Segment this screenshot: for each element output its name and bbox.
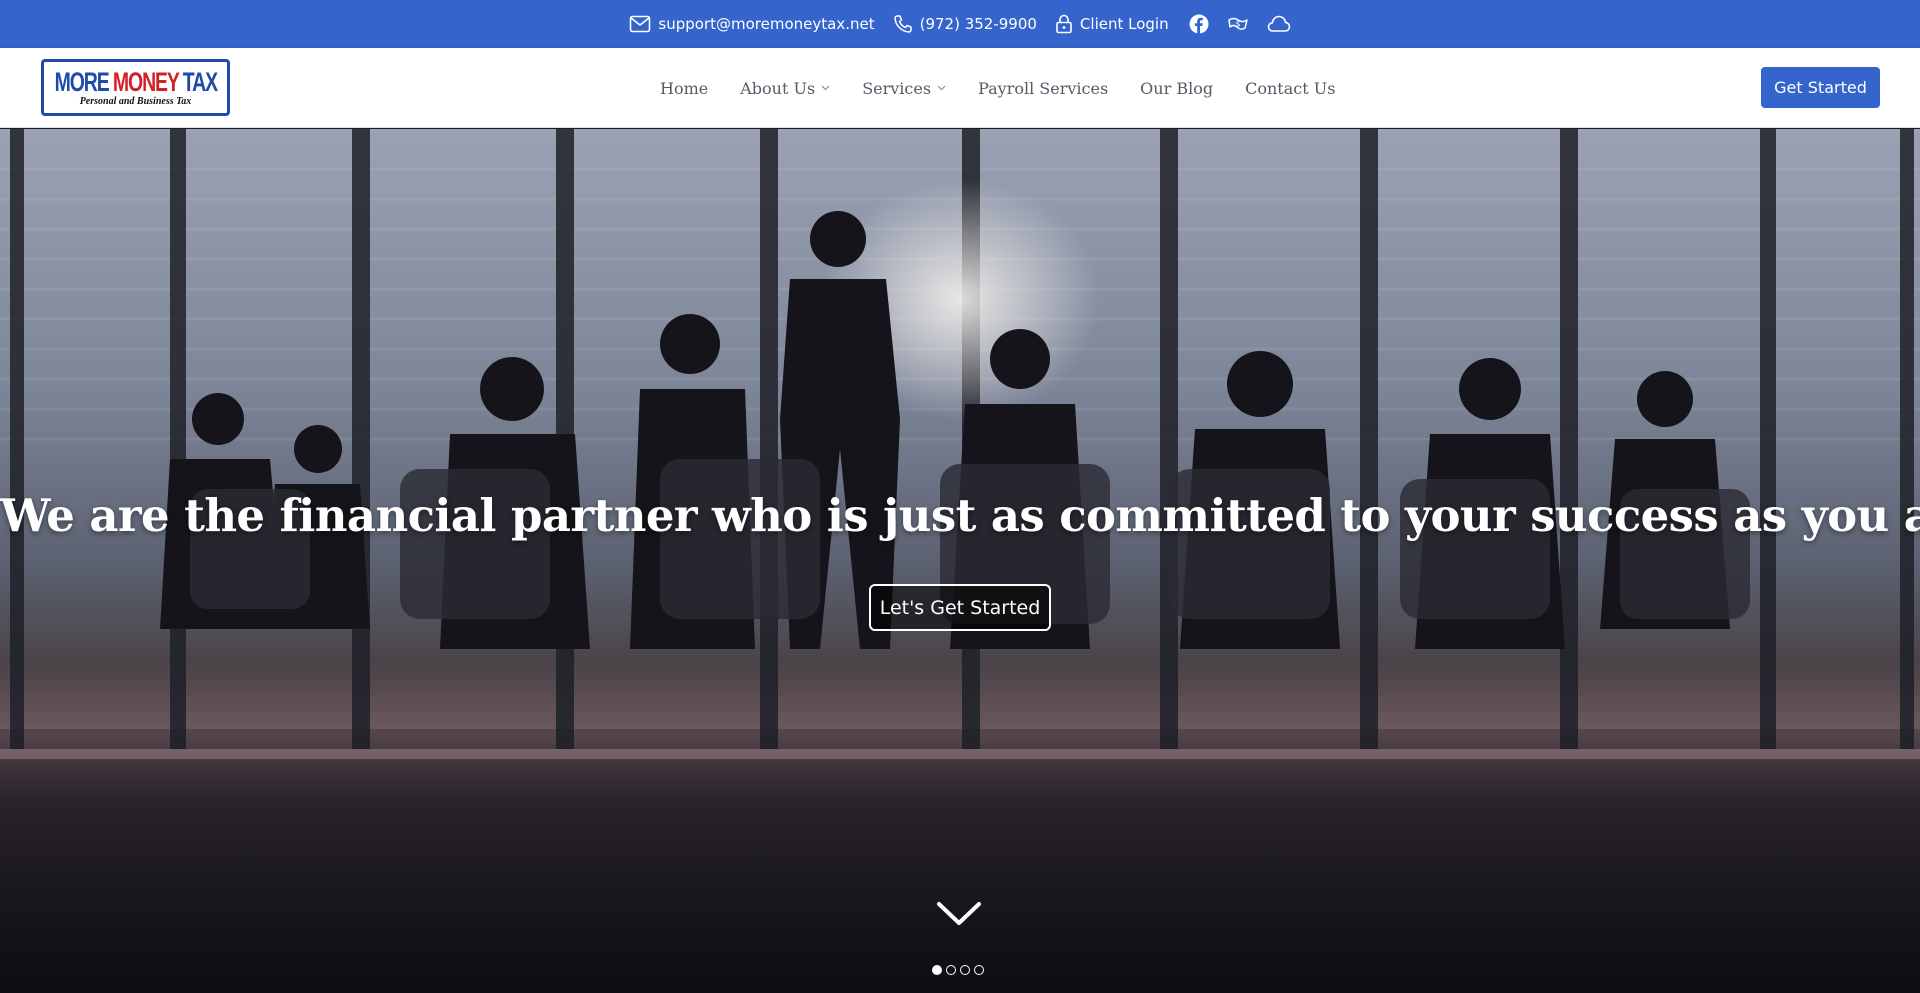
- chevron-down-icon: [937, 902, 981, 925]
- cloud-icon: [1267, 15, 1290, 32]
- nav-item-label: Our Blog: [1140, 78, 1214, 98]
- nav-item-home[interactable]: Home: [660, 79, 708, 98]
- client-login-link[interactable]: Client Login: [1055, 14, 1169, 34]
- scroll-down-button[interactable]: [936, 901, 982, 931]
- logo-wordmark: MORE MONEY TAX: [54, 66, 218, 97]
- logo-word-money: MONEY: [112, 66, 180, 97]
- email-link[interactable]: support@moremoneytax.net: [629, 15, 875, 33]
- site-header: MORE MONEY TAX Personal and Business Tax…: [0, 48, 1920, 128]
- svg-text:$: $: [1235, 20, 1240, 29]
- nav-item-label: Home: [660, 78, 709, 98]
- top-contact-bar: support@moremoneytax.net (972) 352-9900 …: [0, 0, 1920, 48]
- nav-item-label: Payroll Services: [978, 78, 1109, 98]
- slider-dot-3[interactable]: [960, 965, 970, 975]
- slider-dot-1[interactable]: [932, 965, 942, 975]
- main-nav: Home About Us Services Payroll Services …: [660, 48, 1335, 128]
- phone-link[interactable]: (972) 352-9900: [893, 14, 1037, 34]
- client-login-text: Client Login: [1079, 15, 1169, 33]
- facebook-icon: [1189, 14, 1209, 34]
- logo-word-more: MORE: [54, 66, 113, 97]
- lock-icon: [1056, 14, 1072, 34]
- nav-item-label: Contact Us: [1245, 78, 1336, 98]
- chevron-down-icon: [821, 85, 830, 91]
- chevron-down-icon: [937, 85, 946, 91]
- nav-item-label: Services: [862, 78, 932, 98]
- phone-text: (972) 352-9900: [919, 15, 1037, 33]
- slider-dot-4[interactable]: [974, 965, 984, 975]
- get-started-button[interactable]: Get Started: [1761, 67, 1880, 108]
- nav-item-label: About Us: [740, 78, 816, 98]
- nav-item-about-us[interactable]: About Us: [740, 79, 830, 98]
- nav-item-payroll-services[interactable]: Payroll Services: [978, 79, 1108, 98]
- hero-background-image: [0, 129, 1920, 993]
- nav-item-our-blog[interactable]: Our Blog: [1140, 79, 1213, 98]
- logo-tagline: Personal and Business Tax: [79, 95, 192, 107]
- slider-dot-2[interactable]: [946, 965, 956, 975]
- hero-slider: We are the financial partner who is just…: [0, 129, 1920, 993]
- dollar-hand-icon: $: [1227, 17, 1248, 30]
- slider-dots: [932, 965, 984, 975]
- nav-item-contact-us[interactable]: Contact Us: [1245, 79, 1335, 98]
- logo[interactable]: MORE MONEY TAX Personal and Business Tax: [41, 59, 230, 116]
- lets-get-started-button[interactable]: Let's Get Started: [869, 584, 1051, 631]
- social-links: $: [1189, 14, 1291, 34]
- email-text: support@moremoneytax.net: [658, 15, 875, 33]
- cloud-link[interactable]: [1267, 14, 1291, 34]
- hero-headline: We are the financial partner who is just…: [0, 489, 1920, 542]
- nav-item-services[interactable]: Services: [862, 79, 946, 98]
- logo-word-tax: TAX: [178, 66, 218, 97]
- phone-icon: [893, 15, 912, 33]
- payment-link[interactable]: $: [1227, 14, 1249, 34]
- envelope-icon: [630, 15, 651, 33]
- facebook-link[interactable]: [1189, 14, 1209, 34]
